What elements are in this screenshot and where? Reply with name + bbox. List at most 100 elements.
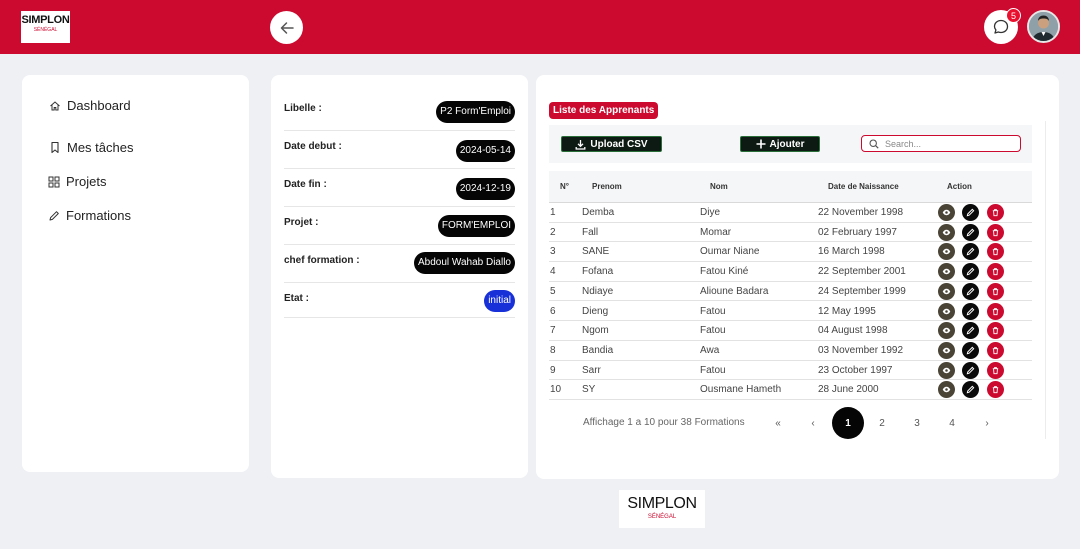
pagination-first-button[interactable]: « [763,408,793,438]
sidebar-item-label: Projets [66,174,107,189]
trash-icon [991,346,1000,355]
delete-button[interactable] [987,263,1004,281]
pencil-icon [966,287,975,296]
cell-nom: Ousmane Hameth [700,384,782,396]
cell-prenom: Sarr [582,364,601,376]
edit-button[interactable] [962,381,979,399]
detail-label: Projet : [284,217,319,228]
delete-button[interactable] [987,361,1004,379]
trash-icon [991,366,1000,375]
trash-icon [991,307,1000,316]
section-title: Liste des Apprenants [549,102,659,119]
eye-icon [942,366,951,375]
pagination-page-2[interactable]: 2 [867,408,897,438]
cell-prenom: SY [582,384,596,396]
delete-button[interactable] [987,322,1004,340]
top-bar: SIMPLON SÉNÉGAL 5 [0,0,1080,54]
footer-logo: SIMPLON SÉNÉGAL [619,490,705,528]
edit-button[interactable] [962,282,979,300]
delete-button[interactable] [987,302,1004,320]
table-row: 8 Bandia Awa 03 November 1992 [549,341,1032,361]
back-button[interactable] [270,11,303,44]
column-header-number: N° [560,182,569,191]
pencil-icon [966,267,975,276]
search-box[interactable] [861,135,1021,152]
eye-icon [942,307,951,316]
delete-button[interactable] [987,341,1004,359]
cell-number: 8 [550,344,556,356]
pagination-page-4[interactable]: 4 [937,408,967,438]
cell-nom: Momar [700,226,732,238]
detail-row-libelle: Libelle : P2 Form'Emploi [284,93,515,131]
view-button[interactable] [938,381,955,399]
edit-button[interactable] [962,263,979,281]
user-avatar[interactable] [1027,10,1060,43]
cell-nom: Fatou [700,305,726,317]
delete-button[interactable] [987,243,1004,261]
table-row: 5 Ndiaye Alioune Badara 24 September 1999 [549,282,1032,302]
cell-date-naissance: 22 September 2001 [818,266,906,278]
edit-button[interactable] [962,341,979,359]
notification-badge: 5 [1006,8,1021,23]
search-icon [869,138,879,149]
cell-date-naissance: 12 May 1995 [818,305,876,317]
footer-logo-subtext: SÉNÉGAL [647,514,677,520]
edit-button[interactable] [962,361,979,379]
detail-row-date-debut: Date debut : 2024-05-14 [284,131,515,169]
view-button[interactable] [938,322,955,340]
sidebar-item-projets[interactable]: Projets [48,174,106,189]
arrow-left-icon [280,21,294,34]
pagination-page-3[interactable]: 3 [902,408,932,438]
detail-value: 2024-12-19 [455,178,515,200]
cell-nom: Oumar Niane [700,246,760,258]
bookmark-icon [51,141,59,154]
cell-prenom: Bandia [582,344,614,356]
view-button[interactable] [938,361,955,379]
view-button[interactable] [938,341,955,359]
add-learner-button[interactable]: Ajouter [740,136,820,152]
eye-icon [942,287,951,296]
eye-icon [942,346,951,355]
edit-button[interactable] [962,302,979,320]
header-logo[interactable]: SIMPLON SÉNÉGAL [21,11,70,43]
view-button[interactable] [938,223,955,241]
delete-button[interactable] [987,381,1004,399]
plus-icon [756,139,765,149]
edit-button[interactable] [962,322,979,340]
cell-number: 2 [550,226,556,238]
view-button[interactable] [938,302,955,320]
sidebar: Dashboard Mes tâches Projets Formations [22,75,249,472]
trash-icon [991,287,1000,296]
pagination-page-1[interactable]: 1 [832,407,864,439]
sidebar-item-formations[interactable]: Formations [48,208,131,223]
trash-icon [991,228,1000,237]
pagination-info: Affichage 1 a 10 pour 38 Formations [583,417,745,428]
trash-icon [991,208,1000,217]
view-button[interactable] [938,263,955,281]
table-row: 10 SY Ousmane Hameth 28 June 2000 [549,380,1032,400]
view-button[interactable] [938,282,955,300]
pagination-prev-button[interactable]: ‹ [798,408,828,438]
eye-icon [942,267,951,276]
edit-button[interactable] [962,243,979,261]
search-input[interactable] [885,138,1005,149]
delete-button[interactable] [987,282,1004,300]
sidebar-item-mes-taches[interactable]: Mes tâches [49,140,133,155]
upload-csv-button[interactable]: Upload CSV [561,136,662,152]
table-row: 3 SANE Oumar Niane 16 March 1998 [549,242,1032,263]
delete-button[interactable] [987,204,1004,221]
delete-button[interactable] [987,223,1004,241]
sidebar-item-dashboard[interactable]: Dashboard [49,98,131,113]
cell-nom: Diye [700,207,721,218]
pagination-next-button[interactable]: › [972,408,1002,438]
cell-prenom: Dieng [582,305,609,317]
edit-button[interactable] [962,204,979,221]
footer-logo-text: SIMPLON [627,495,697,512]
view-button[interactable] [938,204,955,221]
cell-number: 10 [550,384,562,396]
pencil-icon [966,346,975,355]
view-button[interactable] [938,243,955,261]
scrollbar[interactable] [1045,121,1046,439]
edit-button[interactable] [962,223,979,241]
logo-subtext: SÉNÉGAL [33,27,58,33]
